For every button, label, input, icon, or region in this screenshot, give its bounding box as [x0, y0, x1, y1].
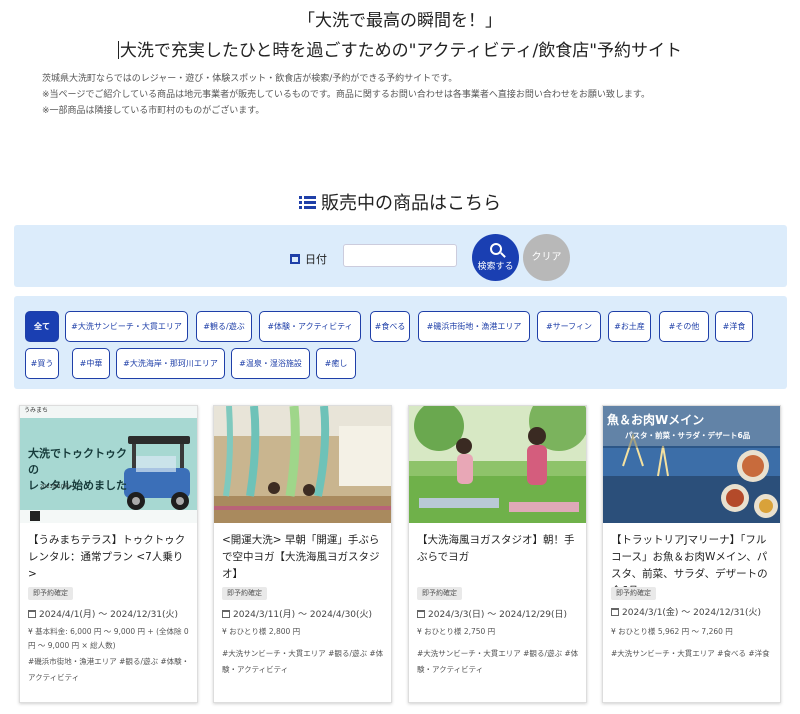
instant-confirm-badge: 即予約確定 [28, 587, 73, 600]
search-panel: 日付 検索する クリア [14, 225, 787, 287]
section-title-text: 販売中の商品はこちら [321, 193, 501, 214]
calendar-icon [417, 610, 425, 618]
product-title[interactable]: 【大洗海風ヨガスタジオ】朝！手ぶらでヨガ [417, 532, 580, 566]
product-image [409, 406, 586, 523]
site-subtitle: 大洗で充実したひと時を過ごすための"アクティビティ/飲食店"予約サイト [0, 36, 800, 61]
tag-filter[interactable]: #お土産 [608, 311, 651, 342]
site-notes: 茨城県大洗町ならではのレジャー・遊び・体験スポット・飲食店が検索/予約ができる予… [42, 71, 650, 119]
instant-confirm-badge: 即予約確定 [611, 587, 656, 600]
price: ¥ 基本料金: 6,000 円 〜 9,000 円 + (全体除 0 円 〜 9… [28, 627, 189, 650]
product-image [214, 406, 391, 523]
sale-period-text: 2024/4/1(月) 〜 2024/12/31(火) [39, 610, 179, 620]
tag-filter[interactable]: #観る/遊ぶ [196, 311, 252, 342]
product-card[interactable]: <開運大洗> 早朝「開運」手ぶらで空中ヨガ【大洗海風ヨガスタジオ】 即予約確定 … [213, 405, 392, 703]
image-date-note: 2023年10月〜 [40, 484, 75, 490]
clear-button[interactable]: クリア [523, 234, 570, 281]
tag-filter[interactable]: #買う [25, 348, 59, 379]
calendar-icon [290, 254, 300, 264]
note-line: ※当ページでご紹介している商品は地元事業者が販売しているものです。商品に関するお… [42, 90, 651, 100]
search-button-label: 検索する [477, 262, 514, 272]
sale-period-text: 2024/3/3(日) 〜 2024/12/29(日) [428, 610, 568, 620]
list-icon [299, 196, 317, 210]
search-button[interactable]: 検索する [472, 234, 519, 281]
product-tags: #磯浜市街地・漁港エリア #観る/遊ぶ #体験・アクティビティ [28, 657, 190, 682]
price: ¥ おひとり様 2,800 円 [222, 627, 301, 636]
tag-filter[interactable]: #サーフィン [537, 311, 601, 342]
tag-filter[interactable]: #磯浜市街地・漁港エリア [418, 311, 530, 342]
hero-catchphrase: 「大洗で最高の瞬間を！」 [298, 11, 502, 31]
tag-filter[interactable]: #食べる [370, 311, 410, 342]
product-card[interactable]: 【大洗海風ヨガスタジオ】朝！手ぶらでヨガ 即予約確定 2024/3/3(日) 〜… [408, 405, 587, 703]
tag-filter[interactable]: #体験・アクティビティ [259, 311, 361, 342]
sale-period-text: 2024/3/1(金) 〜 2024/12/31(火) [622, 608, 762, 618]
sale-period: 2024/3/1(金) 〜 2024/12/31(火) [611, 605, 761, 618]
calendar-icon [28, 610, 36, 618]
product-card[interactable]: 魚＆お肉Wメイン パスタ・前菜・サラダ・デザート6品 【トラットリアJマリーナ】… [602, 405, 781, 703]
instant-confirm-badge: 即予約確定 [417, 587, 462, 600]
text-cursor [117, 41, 119, 59]
product-tags: #大洗サンビーチ・大貫エリア #観る/遊ぶ #体験・アクティビティ [222, 649, 384, 674]
note-line: 茨城県大洗町ならではのレジャー・遊び・体験スポット・飲食店が検索/予約ができる予… [42, 74, 458, 84]
tag-filter[interactable]: #洋食 [715, 311, 753, 342]
note-line: ※一部商品は隣接している市町村のものがございます。 [42, 106, 265, 116]
image-caption: 魚＆お肉Wメイン [607, 413, 705, 427]
tag-all[interactable]: 全て [25, 311, 59, 342]
tag-filter[interactable]: #大洗海岸・那珂川エリア [116, 348, 225, 379]
tag-filter-panel: 全て #大洗サンビーチ・大貫エリア #観る/遊ぶ #体験・アクティビティ #食べ… [14, 296, 787, 389]
search-icon [489, 243, 502, 255]
date-filter-label: 日付 [290, 251, 327, 267]
price: ¥ おひとり様 5,962 円 〜 7,260 円 [611, 627, 733, 636]
date-label-text: 日付 [305, 253, 327, 266]
sale-period: 2024/3/11(月) 〜 2024/4/30(火) [222, 607, 372, 620]
date-input[interactable] [343, 244, 457, 267]
product-card[interactable]: 大洗でトゥクトゥクの レンタル始めました うみまち 2023年10月〜 【うみま… [19, 405, 198, 703]
product-title[interactable]: <開運大洗> 早朝「開運」手ぶらで空中ヨガ【大洗海風ヨガスタジオ】 [222, 532, 385, 583]
calendar-icon [222, 610, 230, 618]
tag-filter[interactable]: #大洗サンビーチ・大貫エリア [65, 311, 188, 342]
site-subtitle-text: 大洗で充実したひと時を過ごすための"アクティビティ/飲食店"予約サイト [119, 41, 683, 61]
tag-filter[interactable]: #その他 [659, 311, 709, 342]
product-image: 大洗でトゥクトゥクの レンタル始めました うみまち 2023年10月〜 [20, 406, 197, 523]
image-logo-text: うみまち [24, 407, 49, 414]
sale-period: 2024/3/3(日) 〜 2024/12/29(日) [417, 607, 567, 620]
product-tags: #大洗サンビーチ・大貫エリア #食べる #洋食 [611, 649, 770, 658]
product-tags: #大洗サンビーチ・大貫エリア #観る/遊ぶ #体験・アクティビティ [417, 649, 579, 674]
product-image: 魚＆お肉Wメイン パスタ・前菜・サラダ・デザート6品 [603, 406, 780, 523]
section-title: 販売中の商品はこちら [0, 189, 800, 215]
sale-period-text: 2024/3/11(月) 〜 2024/4/30(火) [233, 610, 373, 620]
image-caption-sub: パスタ・前菜・サラダ・デザート6品 [625, 431, 751, 440]
price: ¥ おひとり様 2,750 円 [417, 627, 496, 636]
instant-confirm-badge: 即予約確定 [222, 587, 267, 600]
tag-filter[interactable]: #中華 [72, 348, 110, 379]
product-title[interactable]: 【うみまちテラス】トゥクトゥクレンタル：通常プラン <7人乗り> [28, 532, 191, 583]
tag-filter[interactable]: #温泉・湿浴施設 [231, 348, 310, 379]
tag-filter[interactable]: #癒し [316, 348, 356, 379]
sale-period: 2024/4/1(月) 〜 2024/12/31(火) [28, 607, 178, 620]
calendar-icon [611, 608, 619, 616]
